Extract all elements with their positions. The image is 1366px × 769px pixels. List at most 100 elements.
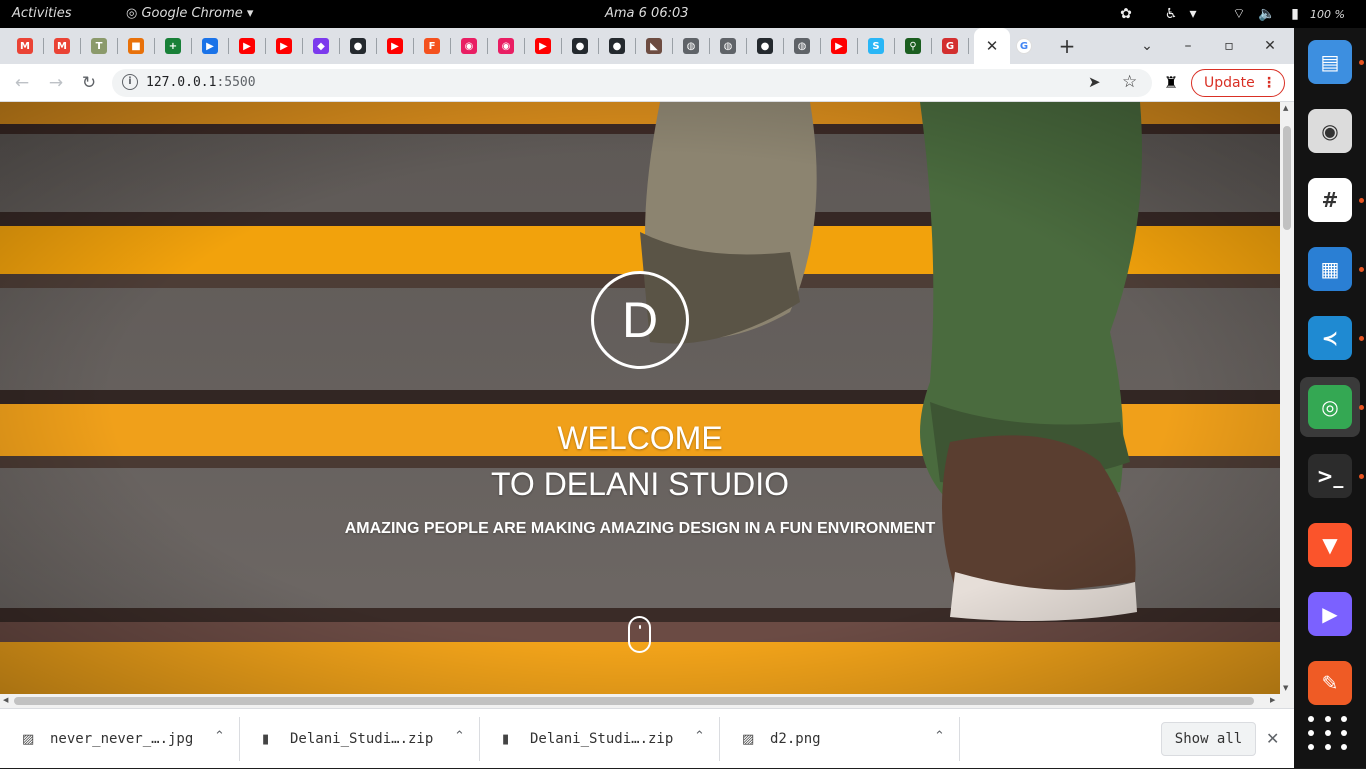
dock-item-chrome[interactable]: ◎	[1300, 377, 1364, 437]
tab-google[interactable]: G	[1011, 34, 1037, 58]
hero-subtitle: AMAZING PEOPLE ARE MAKING AMAZING DESIGN…	[344, 520, 936, 537]
notification-icon[interactable]: ✿	[1117, 5, 1135, 23]
horizontal-scrollbar-thumb[interactable]	[14, 697, 1254, 705]
hero-logo[interactable]: D	[591, 271, 689, 369]
info-icon[interactable]: i	[122, 74, 138, 90]
download-filename: d2.png	[770, 731, 821, 747]
tab-19[interactable]: ◍	[715, 34, 747, 58]
tab-14[interactable]: ▶	[530, 34, 562, 58]
tab-8[interactable]: ◆	[308, 34, 340, 58]
scroll-left-arrow-icon[interactable]: ◀	[3, 696, 8, 704]
more-menu-icon[interactable]: ⋮	[1262, 70, 1276, 96]
dock-item-media-player[interactable]: ▶	[1300, 584, 1360, 644]
download-item[interactable]: ▮ Delani_Studi….zip ⌃	[480, 709, 720, 769]
forward-button[interactable]: →	[45, 72, 67, 94]
app-menu[interactable]: ◎ Google Chrome ▾	[126, 6, 253, 21]
google-icon: G	[1016, 38, 1032, 54]
download-filename: Delani_Studi….zip	[290, 731, 434, 747]
address-bar[interactable]: i 127.0.0.1:5500 ➤ ☆	[112, 69, 1152, 97]
tab-7[interactable]: ▶	[271, 34, 303, 58]
tab-16[interactable]: ●	[604, 34, 636, 58]
tab-13[interactable]: ◉	[493, 34, 525, 58]
youtube-icon: ▶	[831, 38, 847, 54]
dock-item-brave[interactable]: ▼	[1300, 515, 1360, 575]
tab-20[interactable]: ●	[752, 34, 784, 58]
window-close-button[interactable]: ✕	[1260, 36, 1280, 56]
tab-1[interactable]: M	[49, 34, 81, 58]
tab-18[interactable]: ◍	[678, 34, 710, 58]
dock-item-vscode[interactable]: ≺	[1300, 308, 1364, 368]
send-icon[interactable]: ➤	[1088, 73, 1101, 91]
accessibility-icon[interactable]: ♿	[1162, 5, 1180, 23]
back-button[interactable]: ←	[11, 72, 33, 94]
video-player-icon: ▶	[202, 38, 218, 54]
tab-11[interactable]: F	[419, 34, 451, 58]
tab-0[interactable]: M	[12, 34, 44, 58]
extension-icon[interactable]: ♜	[1164, 73, 1178, 92]
show-all-button[interactable]: Show all	[1161, 722, 1256, 756]
dock-item-libreoffice-impress[interactable]: ▦	[1300, 239, 1364, 299]
running-indicator	[1359, 336, 1364, 341]
show-applications-icon[interactable]	[1308, 716, 1352, 752]
download-item[interactable]: ▨ d2.png ⌃	[720, 709, 960, 769]
wifi-icon[interactable]: ⌔	[1230, 5, 1248, 23]
dock-item-postman[interactable]: ✎	[1300, 653, 1360, 713]
volume-icon[interactable]: 🔈	[1258, 5, 1276, 23]
new-tab-button[interactable]: +	[1057, 36, 1077, 56]
dock-item-files[interactable]: ▤	[1300, 32, 1364, 92]
vertical-scrollbar[interactable]: ▲ ▼	[1280, 102, 1294, 694]
scroll-down-arrow-icon[interactable]: ▼	[1283, 684, 1288, 692]
scroll-down-mouse-icon[interactable]	[628, 616, 651, 653]
tab-25[interactable]: G	[937, 34, 969, 58]
tab-9[interactable]: ●	[345, 34, 377, 58]
active-tab[interactable]: ✕	[974, 28, 1010, 64]
tab-search-chevron-icon[interactable]: ⌄	[1137, 36, 1157, 56]
scroll-up-arrow-icon[interactable]: ▲	[1283, 104, 1288, 112]
tab-21[interactable]: ◍	[789, 34, 821, 58]
tab-2[interactable]: T	[86, 34, 118, 58]
chevron-up-icon[interactable]: ⌃	[214, 729, 225, 744]
chevron-up-icon[interactable]: ⌃	[694, 729, 705, 744]
vertical-scrollbar-thumb[interactable]	[1283, 126, 1291, 230]
bookmark-star-icon[interactable]: ☆	[1122, 72, 1137, 92]
activities-button[interactable]: Activities	[12, 6, 72, 21]
dock-item-slack[interactable]: #	[1300, 170, 1364, 230]
dock-item-rhythmbox[interactable]: ◉	[1300, 101, 1360, 161]
zip-file-icon: ▮	[502, 732, 510, 747]
tab-22[interactable]: ▶	[826, 34, 858, 58]
scroll-right-arrow-icon[interactable]: ▶	[1270, 696, 1275, 704]
tab-4[interactable]: +	[160, 34, 192, 58]
battery-icon[interactable]: ▮	[1286, 5, 1304, 23]
sheets-icon: +	[165, 38, 181, 54]
tab-12[interactable]: ◉	[456, 34, 488, 58]
update-button[interactable]: Update ⋮	[1191, 69, 1285, 97]
puzzle-icon: ■	[128, 38, 144, 54]
download-filename: never_never_….jpg	[50, 731, 194, 747]
dock-item-terminal[interactable]: >_	[1300, 446, 1364, 506]
tab-5[interactable]: ▶	[197, 34, 229, 58]
tab-10[interactable]: ▶	[382, 34, 414, 58]
clock[interactable]: Ama 6 06:03	[605, 6, 689, 21]
minimize-button[interactable]: –	[1178, 36, 1198, 56]
reload-button[interactable]: ↻	[78, 72, 100, 94]
github-icon: ●	[609, 38, 625, 54]
tab-3[interactable]: ■	[123, 34, 155, 58]
gmail-icon: M	[17, 38, 33, 54]
postman-icon: ✎	[1308, 661, 1352, 705]
close-icon[interactable]: ✕	[986, 37, 999, 55]
tab-17[interactable]: ◣	[641, 34, 673, 58]
chevron-up-icon[interactable]: ⌃	[934, 729, 945, 744]
download-item[interactable]: ▨ never_never_….jpg ⌃	[0, 709, 240, 769]
tab-24[interactable]: ⚲	[900, 34, 932, 58]
maximize-button[interactable]: ▫	[1219, 36, 1239, 56]
chevron-up-icon[interactable]: ⌃	[454, 729, 465, 744]
tab-15[interactable]: ●	[567, 34, 599, 58]
chevron-down-icon[interactable]: ▾	[1184, 5, 1202, 23]
f-letter-icon: F	[424, 38, 440, 54]
horizontal-scrollbar[interactable]: ◀ ▶	[0, 694, 1294, 708]
close-download-shelf-icon[interactable]: ✕	[1266, 729, 1279, 748]
globe-icon: ◍	[683, 38, 699, 54]
tab-23[interactable]: S	[863, 34, 895, 58]
tab-6[interactable]: ▶	[234, 34, 266, 58]
download-item[interactable]: ▮ Delani_Studi….zip ⌃	[240, 709, 480, 769]
